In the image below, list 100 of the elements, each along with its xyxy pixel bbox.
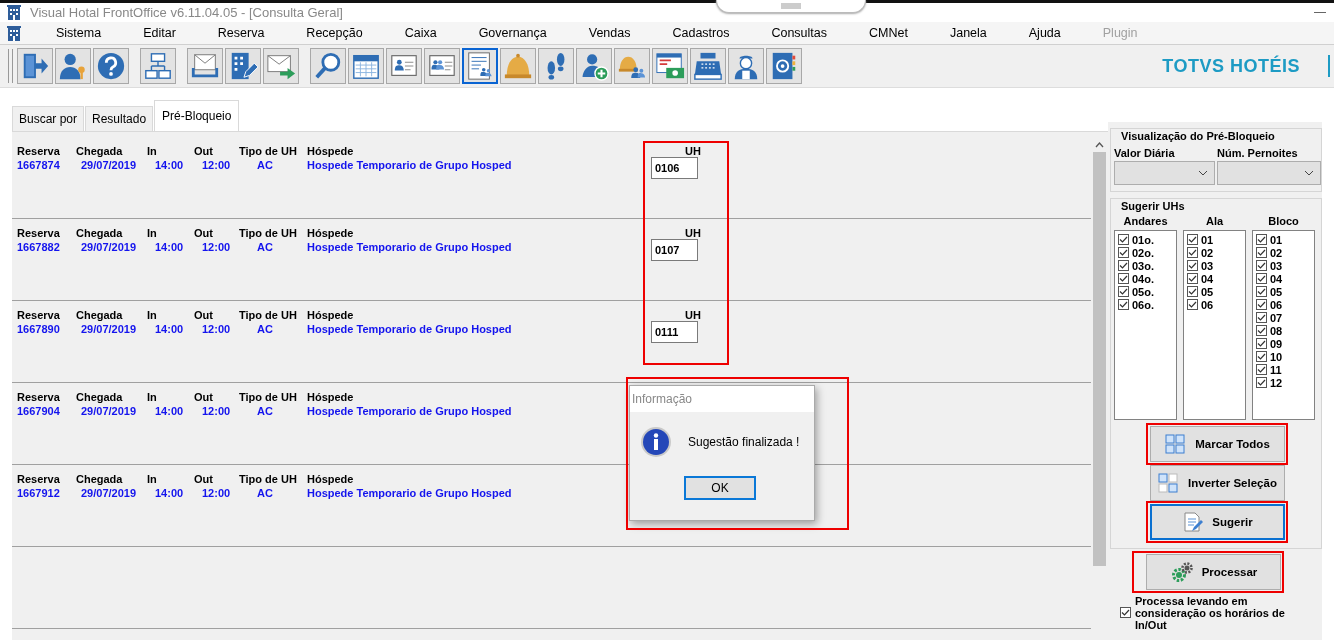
- process-button[interactable]: Processar: [1146, 554, 1281, 590]
- checkbox-label: 09: [1270, 337, 1283, 350]
- menu-item[interactable]: Editar: [143, 24, 176, 42]
- table-cell-text: 29/07/2019: [80, 241, 138, 255]
- checkbox[interactable]: [1256, 325, 1267, 336]
- checkbox-label: 04: [1270, 272, 1283, 285]
- checkbox-label: 03: [1201, 259, 1214, 272]
- checkbox[interactable]: [1256, 234, 1267, 245]
- table-cell-text: 14:00: [154, 487, 185, 501]
- action-button[interactable]: Inverter Seleção: [1150, 465, 1285, 501]
- menu-item[interactable]: Caixa: [404, 24, 437, 42]
- checkbox[interactable]: [1187, 286, 1198, 297]
- checkbox[interactable]: [1256, 351, 1267, 362]
- toolbar-button[interactable]: [348, 48, 384, 84]
- checkbox[interactable]: [1187, 273, 1198, 284]
- menu-item[interactable]: Ajuda: [1028, 24, 1061, 42]
- checkbox[interactable]: [1256, 286, 1267, 297]
- menu-item[interactable]: Janela: [949, 24, 987, 42]
- checkbox[interactable]: [1187, 260, 1198, 271]
- checkbox[interactable]: [1118, 286, 1129, 297]
- toolbar-button[interactable]: [187, 48, 223, 84]
- table-cell-text: AC: [256, 241, 274, 255]
- checkbox[interactable]: [1256, 247, 1267, 258]
- toolbar-button[interactable]: [766, 48, 802, 84]
- toolbar-button[interactable]: [225, 48, 261, 84]
- column-label: Chegada: [76, 227, 124, 241]
- menu-item[interactable]: Consultas: [771, 24, 828, 42]
- toolbar-button[interactable]: [690, 48, 726, 84]
- tab[interactable]: Resultado: [85, 106, 154, 131]
- dialog-title: Informação: [632, 392, 693, 406]
- checkbox[interactable]: [1120, 607, 1131, 618]
- table-cell-text: 14:00: [154, 323, 185, 337]
- checkbox[interactable]: [1187, 299, 1198, 310]
- action-button[interactable]: Marcar Todos: [1150, 426, 1285, 462]
- menu-item[interactable]: Reserva: [217, 24, 265, 42]
- toolbar-button[interactable]: [140, 48, 176, 84]
- menu-item[interactable]: CMNet: [869, 24, 908, 42]
- tab[interactable]: Pré-Bloqueio: [154, 100, 240, 131]
- toolbar-button[interactable]: [263, 48, 299, 84]
- checkbox-label: 11: [1270, 363, 1282, 376]
- room-field[interactable]: 0107: [651, 239, 698, 261]
- column-label: Reserva: [17, 145, 61, 159]
- checkbox[interactable]: [1187, 234, 1198, 245]
- menu-item[interactable]: Recepção: [306, 24, 363, 42]
- checkbox[interactable]: [1256, 299, 1267, 310]
- checkbox-label: 03o.: [1132, 259, 1154, 272]
- column-label: Chegada: [76, 145, 124, 159]
- toolbar-button[interactable]: [55, 48, 91, 84]
- table-cell-text: Hospede Temporario de Grupo Hosped: [307, 487, 513, 501]
- checkbox[interactable]: [1118, 234, 1129, 245]
- dropdown-field[interactable]: [1217, 161, 1321, 185]
- checkbox-label: 02: [1201, 246, 1214, 259]
- document-pencil-icon: [1182, 511, 1205, 533]
- menu-item[interactable]: Vendas: [588, 24, 631, 42]
- table-cell-text: Hospede Temporario de Grupo Hosped: [307, 323, 513, 337]
- checkbox[interactable]: [1256, 260, 1267, 271]
- toolbar-button[interactable]: [17, 48, 53, 84]
- ok-button[interactable]: OK: [684, 476, 756, 500]
- toolbar-button[interactable]: [424, 48, 460, 84]
- help-icon: [96, 51, 126, 81]
- checkbox[interactable]: [1256, 312, 1267, 323]
- checkbox[interactable]: [1256, 338, 1267, 349]
- group-title: Sugerir UHs: [1119, 200, 1187, 212]
- grid-icon: [1158, 472, 1181, 494]
- table-cell-text: 29/07/2019: [80, 405, 138, 419]
- toolbar-button[interactable]: [462, 48, 498, 84]
- column-label: Out: [194, 227, 214, 241]
- toolbar-button[interactable]: [576, 48, 612, 84]
- table-cell-text: 12:00: [201, 159, 232, 173]
- dropdown-field[interactable]: [1114, 161, 1216, 185]
- table-cell-text: Hospede Temporario de Grupo Hosped: [307, 241, 513, 255]
- checkbox-label: 01o.: [1132, 233, 1154, 246]
- checkbox[interactable]: [1118, 299, 1129, 310]
- gears-icon: [1169, 561, 1194, 583]
- menu-item[interactable]: Sistema: [56, 24, 102, 42]
- menu-item[interactable]: Governança: [478, 24, 547, 42]
- checkbox[interactable]: [1256, 273, 1267, 284]
- checkbox[interactable]: [1256, 364, 1267, 375]
- column-label: Out: [194, 145, 214, 159]
- checkbox[interactable]: [1187, 247, 1198, 258]
- toolbar-button[interactable]: [386, 48, 422, 84]
- checkbox[interactable]: [1118, 273, 1129, 284]
- menu-item[interactable]: Cadastros: [672, 24, 730, 42]
- room-field[interactable]: 0111: [651, 321, 698, 343]
- checkbox-label: 12: [1270, 376, 1283, 389]
- toolbar-button[interactable]: [728, 48, 764, 84]
- list-header: Andares: [1122, 215, 1169, 229]
- checkbox[interactable]: [1256, 377, 1267, 388]
- bell-icon: [503, 51, 533, 81]
- toolbar-button[interactable]: [310, 48, 346, 84]
- action-button[interactable]: Sugerir: [1150, 504, 1285, 540]
- toolbar-button[interactable]: [538, 48, 574, 84]
- checkbox[interactable]: [1118, 247, 1129, 258]
- tab[interactable]: Buscar por: [12, 106, 85, 131]
- column-label: Reserva: [17, 473, 61, 487]
- toolbar-button[interactable]: [93, 48, 129, 84]
- toolbar-button[interactable]: [614, 48, 650, 84]
- checkbox[interactable]: [1118, 260, 1129, 271]
- toolbar-button[interactable]: [652, 48, 688, 84]
- room-field[interactable]: 0106: [651, 157, 698, 179]
